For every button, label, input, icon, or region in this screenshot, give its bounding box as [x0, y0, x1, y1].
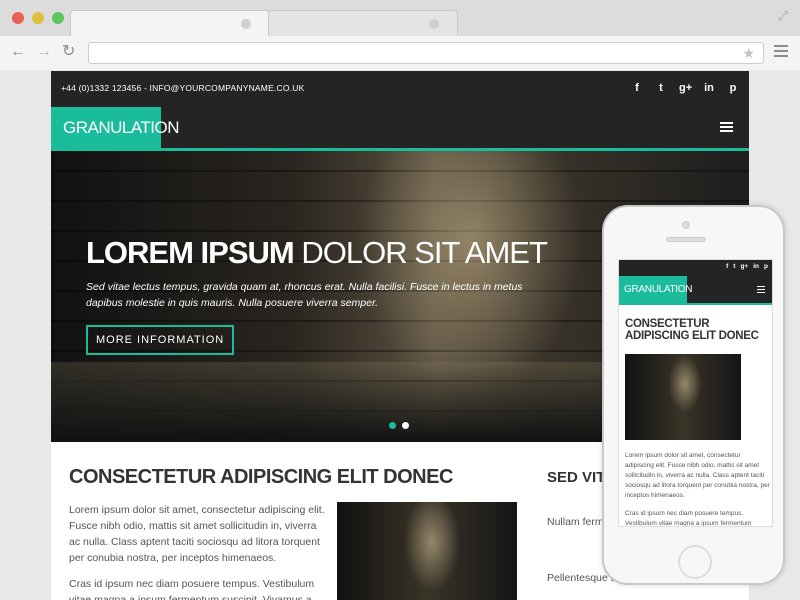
mobile-navbar: GRANULATION [619, 276, 772, 305]
phone-mockup: f t g+ in p GRANULATION CONSECTETUR ADIP… [602, 205, 785, 585]
minimize-window-button[interactable] [32, 12, 44, 24]
phone-screen: f t g+ in p GRANULATION CONSECTETUR ADIP… [618, 259, 773, 527]
reload-icon[interactable]: ↻ [62, 44, 75, 60]
close-window-button[interactable] [12, 12, 24, 24]
slider-pager [389, 422, 409, 429]
window-controls [12, 12, 64, 24]
back-arrow-icon[interactable]: ← [10, 44, 26, 60]
star-icon[interactable]: ★ [742, 45, 755, 62]
more-information-button[interactable]: MORE INFORMATION [86, 325, 235, 355]
twitter-icon[interactable]: t [733, 263, 735, 270]
pinterest-icon[interactable]: p [727, 82, 739, 94]
top-bar: +44 (0)1332 123456 - INFO@YOURCOMPANYNAM… [51, 71, 749, 107]
browser-toolbar: ← → ↻ ★ [0, 36, 800, 70]
section-paragraph: Cras id ipsum nec diam posuere tempus. V… [69, 578, 315, 600]
maximize-window-button[interactable] [52, 12, 64, 24]
hamburger-icon[interactable] [757, 286, 765, 295]
navbar: GRANULATION [51, 107, 749, 151]
linkedin-icon[interactable]: in [753, 263, 759, 270]
browser-chrome: ⤢ ← → ↻ ★ [0, 0, 800, 70]
linkedin-icon[interactable]: in [703, 82, 715, 94]
slider-dot-active[interactable] [389, 422, 396, 429]
forward-arrow-icon[interactable]: → [36, 44, 52, 60]
mobile-top-bar: f t g+ in p [619, 260, 772, 276]
twitter-icon[interactable]: t [655, 82, 667, 94]
mobile-image [625, 354, 741, 440]
pinterest-icon[interactable]: p [764, 263, 768, 270]
tab-close-icon[interactable] [429, 19, 439, 29]
section-paragraph: Lorem ipsum dolor sit amet, consectetur … [69, 504, 325, 564]
hero-title-rest: DOLOR SIT AMET [293, 235, 548, 270]
mobile-logo[interactable]: GRANULATION [619, 276, 693, 303]
mobile-paragraph: Cras id ipsum nec diam posuere tempus. V… [625, 510, 752, 527]
phone-home-button [678, 545, 712, 579]
google-plus-icon[interactable]: g+ [679, 82, 692, 94]
phone-camera [682, 221, 690, 229]
address-bar[interactable]: ★ [88, 42, 764, 64]
hero-title: LOREM IPSUM DOLOR SIT AMET [86, 235, 548, 271]
facebook-icon[interactable]: f [631, 82, 643, 94]
fullscreen-icon[interactable]: ⤢ [778, 8, 788, 24]
mobile-social-links: f t g+ in p [726, 263, 768, 270]
hamburger-icon[interactable] [720, 122, 733, 134]
social-links: f t g+ in p [631, 82, 739, 94]
site-logo[interactable]: GRANULATION [51, 107, 180, 148]
tab-close-icon[interactable] [241, 19, 251, 29]
google-plus-icon[interactable]: g+ [740, 263, 748, 270]
browser-tab[interactable] [268, 10, 458, 36]
hero-text: Sed vitae lectus tempus, gravida quam at… [86, 281, 523, 309]
facebook-icon[interactable]: f [726, 263, 728, 270]
browser-tab-active[interactable] [70, 10, 270, 36]
slider-dot[interactable] [402, 422, 409, 429]
section-heading: CONSECTETUR ADIPISCING ELIT DONEC [69, 466, 453, 488]
browser-menu-icon[interactable] [774, 45, 788, 60]
section-image [337, 502, 517, 600]
phone-speaker [666, 237, 706, 242]
mobile-heading: CONSECTETUR ADIPISCING ELIT DONEC [625, 318, 759, 342]
hero-title-bold: LOREM IPSUM [86, 235, 295, 270]
contact-info: +44 (0)1332 123456 - INFO@YOURCOMPANYNAM… [61, 83, 305, 93]
mobile-paragraph: Lorem ipsum dolor sit amet, consectetur … [625, 452, 770, 499]
